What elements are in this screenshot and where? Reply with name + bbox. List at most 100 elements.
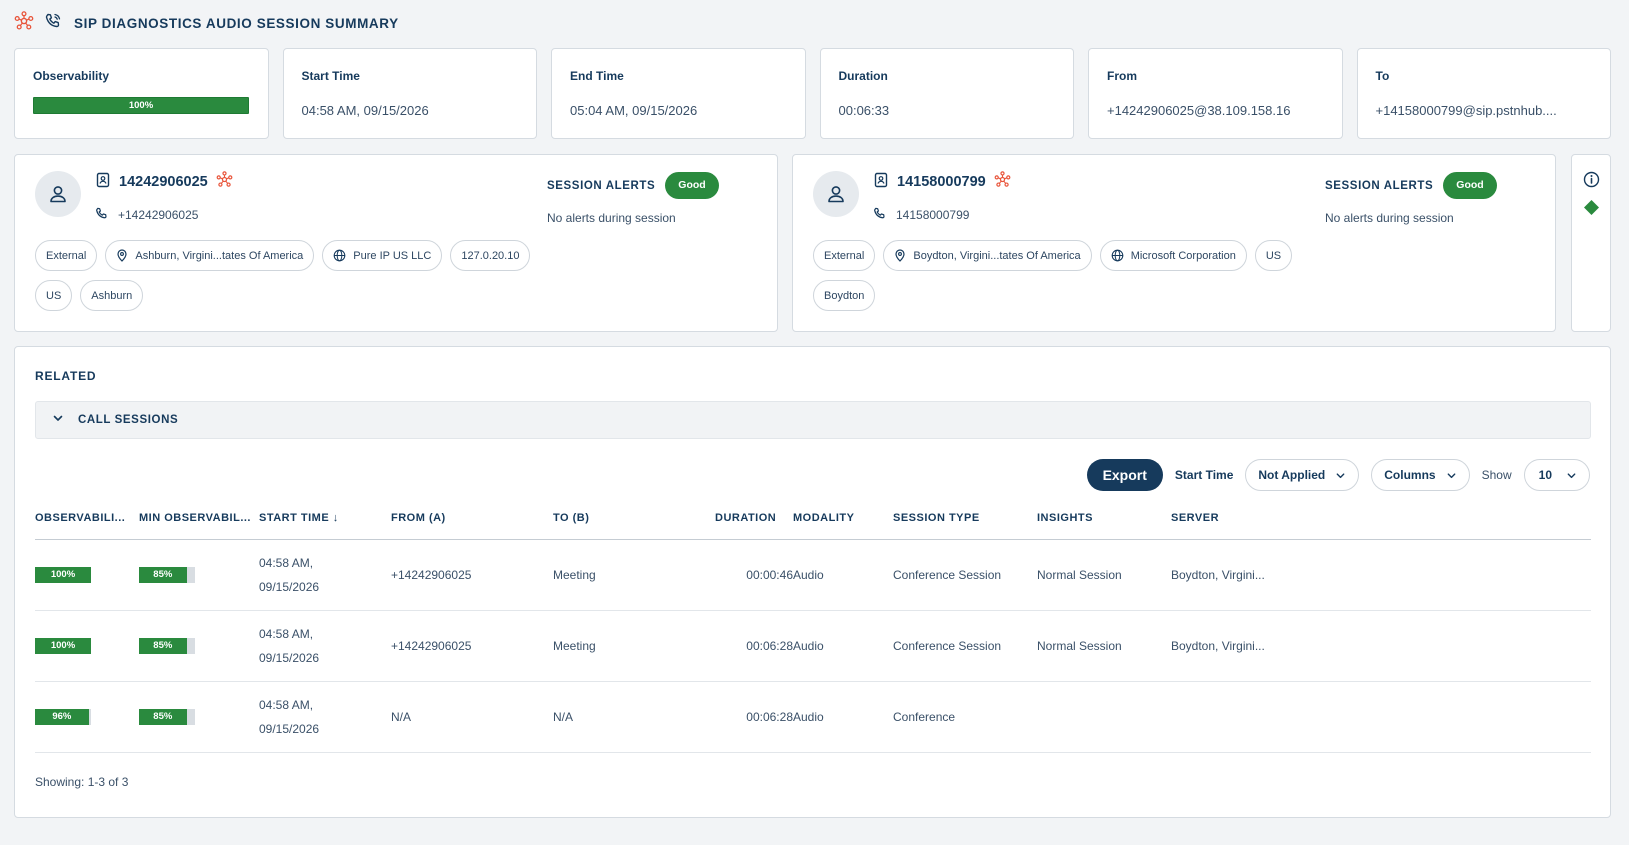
session-type-cell: Conference xyxy=(893,681,1037,753)
min-observability-bar-label: 85% xyxy=(153,710,173,722)
contact-card-icon xyxy=(95,172,111,193)
to-cell: N/A xyxy=(553,681,715,753)
start-time-filter-dropdown[interactable]: Not Applied xyxy=(1245,459,1360,491)
chevron-down-icon xyxy=(1447,472,1456,478)
participant-b-alerts: SESSION ALERTS Good No alerts during ses… xyxy=(1325,172,1497,225)
chip-isp: Pure IP US LLC xyxy=(322,240,443,271)
insights-cell: Normal Session xyxy=(1037,610,1171,682)
globe-icon xyxy=(333,249,346,262)
duration-card: Duration 00:06:33 xyxy=(819,48,1074,139)
from-cell: +14242906025 xyxy=(391,610,553,682)
side-panel xyxy=(1571,154,1611,332)
col-server[interactable]: SERVER xyxy=(1171,497,1591,540)
col-insights[interactable]: INSIGHTS xyxy=(1037,497,1171,540)
min-observability-bar-label: 85% xyxy=(153,639,173,651)
chip-type: External xyxy=(35,240,98,271)
chip-location: Boydton, Virgini...tates Of America xyxy=(883,240,1092,271)
server-cell xyxy=(1171,681,1591,753)
col-to[interactable]: TO (B) xyxy=(553,497,715,540)
phone-icon xyxy=(95,207,108,223)
alerts-message: No alerts during session xyxy=(1325,211,1454,225)
participant-b-phone-number: 14158000799 xyxy=(896,208,970,222)
observability-bar: 100% xyxy=(33,97,249,114)
observability-bar: 96% xyxy=(35,708,91,725)
location-pin-icon xyxy=(117,249,127,262)
min-observability-bar: 85% xyxy=(139,566,195,583)
end-time-card: End Time 05:04 AM, 09/15/2026 xyxy=(551,48,806,139)
to-cell: Meeting xyxy=(553,610,715,682)
modality-cell: Audio xyxy=(793,539,893,611)
to-label: To xyxy=(1375,69,1390,83)
related-panel: RELATED CALL SESSIONS Export Start Time … xyxy=(14,346,1611,818)
insights-cell: Normal Session xyxy=(1037,539,1171,611)
server-cell: Boydton, Virgini... xyxy=(1171,610,1591,682)
avatar xyxy=(813,171,859,217)
participant-b-phone: 14158000799 xyxy=(873,207,969,223)
page-size-dropdown[interactable]: 10 xyxy=(1523,459,1590,491)
globe-icon xyxy=(1111,249,1124,262)
duration-value: 00:06:33 xyxy=(838,103,890,118)
start-time-label: Start Time xyxy=(301,69,360,83)
call-sessions-label: CALL SESSIONS xyxy=(78,414,179,426)
info-icon[interactable] xyxy=(1583,171,1600,193)
observability-card: Observability 100% xyxy=(14,48,269,139)
participant-a-alerts: SESSION ALERTS Good No alerts during ses… xyxy=(547,172,719,225)
export-button[interactable]: Export xyxy=(1086,459,1163,491)
duration-cell: 00:06:28 xyxy=(715,610,793,682)
start-date-cell: 09/15/2026 xyxy=(259,721,320,736)
alerts-message: No alerts during session xyxy=(547,211,676,225)
col-session-type[interactable]: SESSION TYPE xyxy=(893,497,1037,540)
start-time-filter-value: Not Applied xyxy=(1258,468,1326,482)
call-sessions-accordion[interactable]: CALL SESSIONS xyxy=(35,401,1591,439)
col-from[interactable]: FROM (A) xyxy=(391,497,553,540)
start-time-filter-label: Start Time xyxy=(1174,468,1234,482)
session-type-cell: Conference Session xyxy=(893,539,1037,611)
table-row[interactable]: 100% 85% 04:58 AM, 09/15/2026 +1424290602… xyxy=(35,539,1591,611)
observability-bar-label: 100% xyxy=(50,639,76,651)
chip-city: Ashburn xyxy=(80,280,144,311)
observability-label: Observability xyxy=(33,69,110,83)
chip-ip: 127.0.20.10 xyxy=(450,240,531,271)
col-start-time[interactable]: START TIME ↓ xyxy=(259,497,391,540)
page-header: SIP DIAGNOSTICS AUDIO SESSION SUMMARY xyxy=(14,10,399,35)
location-pin-icon xyxy=(895,249,905,262)
session-type-cell: Conference Session xyxy=(893,610,1037,682)
chip-city: Boydton xyxy=(813,280,876,311)
col-observability[interactable]: OBSERVABILI... xyxy=(35,497,139,540)
contact-card-icon xyxy=(873,172,889,193)
min-observability-bar: 85% xyxy=(139,708,195,725)
end-time-value: 05:04 AM, 09/15/2026 xyxy=(570,103,698,118)
phone-icon xyxy=(44,12,62,35)
server-cell: Boydton, Virgini... xyxy=(1171,539,1591,611)
network-icon xyxy=(994,171,1011,193)
status-diamond-icon[interactable] xyxy=(1583,199,1600,221)
duration-cell: 00:06:28 xyxy=(715,681,793,753)
from-cell: +14242906025 xyxy=(391,539,553,611)
chip-country: US xyxy=(35,280,73,311)
session-alerts-label: SESSION ALERTS xyxy=(547,179,656,192)
col-duration[interactable]: DURATION xyxy=(715,497,793,540)
col-min-observability[interactable]: MIN OBSERVABIL... xyxy=(139,497,259,540)
participant-a-phone: +14242906025 xyxy=(95,207,198,223)
start-time-cell: 04:58 AM, xyxy=(259,697,314,712)
participant-a-card: 14242906025 +14242906025 SESSION ALERTS … xyxy=(14,154,778,332)
participant-b-card: 14158000799 14158000799 SESSION ALERTS G… xyxy=(792,154,1556,332)
participant-a-name: 14242906025 xyxy=(95,171,233,193)
chevron-down-icon xyxy=(52,411,64,429)
summary-row: Observability 100% Start Time 04:58 AM, … xyxy=(14,48,1611,139)
min-observability-bar-label: 85% xyxy=(153,568,173,580)
col-modality[interactable]: MODALITY xyxy=(793,497,893,540)
related-title: RELATED xyxy=(35,369,97,383)
table-header-row: OBSERVABILI... MIN OBSERVABIL... START T… xyxy=(35,497,1591,540)
participant-b-chips: External Boydton, Virgini...tates Of Ame… xyxy=(813,240,1333,311)
call-sessions-table: OBSERVABILI... MIN OBSERVABIL... START T… xyxy=(35,497,1591,753)
duration-label: Duration xyxy=(838,69,888,83)
table-row[interactable]: 96% 85% 04:58 AM, 09/15/2026 N/A N/A 00:0… xyxy=(35,681,1591,753)
modality-cell: Audio xyxy=(793,610,893,682)
columns-dropdown[interactable]: Columns xyxy=(1371,459,1470,491)
columns-label: Columns xyxy=(1384,468,1436,482)
table-row[interactable]: 100% 85% 04:58 AM, 09/15/2026 +1424290602… xyxy=(35,610,1591,682)
min-observability-bar: 85% xyxy=(139,637,195,654)
insights-cell xyxy=(1037,681,1171,753)
page-size-value: 10 xyxy=(1538,468,1552,482)
